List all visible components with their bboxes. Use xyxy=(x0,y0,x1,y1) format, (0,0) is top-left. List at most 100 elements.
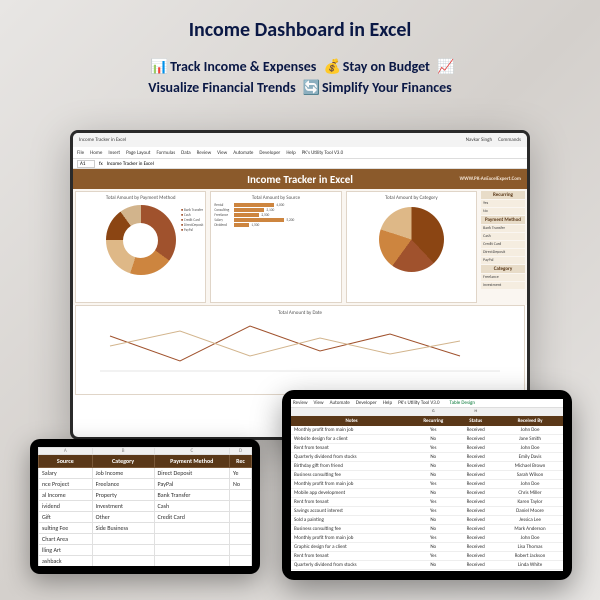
slicer-item[interactable]: Yes xyxy=(481,200,525,207)
table-row[interactable]: Website design for a clientNoReceivedJan… xyxy=(291,435,563,444)
table-row[interactable]: Rent from tenantYesReceivedJohn Doe xyxy=(291,444,563,453)
bar-row: Rental4,000 xyxy=(214,203,337,207)
tablet-screen: Review View Automate Developer Help PK's Util… xyxy=(291,399,563,571)
table-row[interactable]: Mobile app developmentNoReceivedChris Mi… xyxy=(291,489,563,498)
doc-title: Income Tracker in Excel xyxy=(79,137,126,143)
tablet-screen: ABCD SourceCategoryPayment MethodRec Sal… xyxy=(38,447,252,566)
ribbon-tab[interactable]: PK's Utility Tool V3.0 xyxy=(398,400,439,406)
tag-text: Simplify Your Finances xyxy=(322,79,452,96)
ribbon-tab[interactable]: View xyxy=(314,400,324,406)
table-row[interactable]: ividendInvestmentCash xyxy=(39,501,252,512)
slicer-item[interactable]: PayPal xyxy=(481,257,525,264)
table-header[interactable]: Status xyxy=(454,416,497,427)
page-title: Income Dashboard in Excel xyxy=(20,18,580,42)
table-row[interactable]: Monthly profit from main jobYesReceivedJ… xyxy=(291,426,563,435)
line-chart-panel: Total Amount by Date xyxy=(75,305,525,395)
hero: Income Dashboard in Excel 📊 Track Income… xyxy=(0,0,600,106)
table-row[interactable]: al IncomePropertyBank Transfer xyxy=(39,490,252,501)
slicer-header: Recurring xyxy=(481,191,525,199)
ribbon-tab[interactable]: PK's Utility Tool V3.0 xyxy=(302,150,343,156)
table-row[interactable]: Monthly profit from main jobYesReceivedJ… xyxy=(291,480,563,489)
table-row[interactable]: Quarterly dividend from stocksNoReceived… xyxy=(291,453,563,462)
name-box[interactable]: A1 xyxy=(77,160,95,168)
ribbon-tab-active[interactable]: Table Design xyxy=(446,399,479,407)
col-letter[interactable]: H xyxy=(454,408,497,416)
col-letter[interactable]: D xyxy=(230,448,252,455)
table-row[interactable]: SalaryJob IncomeDirect DepositYe xyxy=(39,468,252,479)
ribbon-tab[interactable]: Automate xyxy=(233,150,253,156)
refresh-icon: 🔄 xyxy=(303,77,315,98)
table-row[interactable]: Rent from tenantYesReceivedKaren Taylor xyxy=(291,498,563,507)
table-header[interactable]: Payment Method xyxy=(154,455,229,468)
table-row[interactable]: Sold a paintingNoReceivedJessica Lee xyxy=(291,516,563,525)
table-row[interactable]: Credit card cashbackNoReceivedKevin Harr… xyxy=(291,570,563,572)
col-letter[interactable]: B xyxy=(92,448,154,455)
slicer-item[interactable]: Investment xyxy=(481,282,525,289)
col-letter[interactable]: C xyxy=(154,448,229,455)
slicer-item[interactable]: DirectDeposit xyxy=(481,249,525,256)
tagline: 📊 Track Income & Expenses 💰 Stay on Budg… xyxy=(20,56,580,98)
table-row[interactable]: Birthday gift from friendNoReceivedMicha… xyxy=(291,462,563,471)
user-name: Navkar Singh xyxy=(466,137,492,143)
ribbon: File Home Insert Page Layout Formulas Data Rev… xyxy=(73,147,527,159)
tablet-ribbon: Review View Automate Developer Help PK's Util… xyxy=(291,399,563,408)
ribbon-tab[interactable]: Help xyxy=(286,150,295,156)
table-row[interactable]: Savings account interestYesReceivedDanie… xyxy=(291,507,563,516)
slicer-item[interactable]: Credit Card xyxy=(481,241,525,248)
col-letter[interactable] xyxy=(497,408,563,416)
panel-payment-method: Total Amount by Payment Method Bank Tran… xyxy=(75,191,206,303)
ribbon-tab[interactable]: Automate xyxy=(330,400,350,406)
table-row[interactable]: Chart Area xyxy=(39,534,252,545)
tag-text: Visualize Financial Trends xyxy=(148,79,295,96)
table-row[interactable]: sulting FeeSide Business xyxy=(39,523,252,534)
ribbon-tab[interactable]: Data xyxy=(181,150,190,156)
table-row[interactable]: Business consulting feeNoReceivedMark An… xyxy=(291,525,563,534)
panel-title: Total Amount by Payment Method xyxy=(79,195,202,201)
ribbon-tab[interactable]: Developer xyxy=(259,150,280,156)
ribbon-tab[interactable]: Help xyxy=(383,400,392,406)
table-row[interactable]: nce ProjectFreelancePayPalNo xyxy=(39,479,252,490)
table-header[interactable]: Category xyxy=(92,455,154,468)
banner-url: WWW.PK-AnExcelExpert.Com xyxy=(460,176,521,182)
chart-icon: 📊 xyxy=(151,56,163,77)
ribbon-tab[interactable]: Review xyxy=(197,150,212,156)
legend: Bank TransferCashCredit CardDirectDeposi… xyxy=(181,208,203,232)
table-row[interactable]: Business consulting feeNoReceivedSarah W… xyxy=(291,471,563,480)
table-row[interactable]: lling Art xyxy=(39,545,252,556)
slicer-item[interactable]: No xyxy=(481,208,525,215)
ribbon-tab[interactable]: Formulas xyxy=(156,150,175,156)
ribbon-tab[interactable]: Insert xyxy=(108,150,120,156)
tablet-left: ABCD SourceCategoryPayment MethodRec Sal… xyxy=(30,439,260,574)
window-titlebar: Income Tracker in Excel Navkar Singh Com… xyxy=(73,133,527,147)
ribbon-tab[interactable]: File xyxy=(77,150,84,156)
slicer-item[interactable]: Freelance xyxy=(481,274,525,281)
table-row[interactable]: GiftOtherCredit Card xyxy=(39,512,252,523)
col-letter[interactable] xyxy=(291,408,412,416)
table-header[interactable]: Rec xyxy=(230,455,252,468)
slicer-item[interactable]: Cash xyxy=(481,233,525,240)
table-row[interactable]: Rent from tenantYesReceivedRobert Jackso… xyxy=(291,552,563,561)
commands-button[interactable]: Commands xyxy=(498,137,521,143)
table-row[interactable]: Monthly profit from main jobYesReceivedJ… xyxy=(291,534,563,543)
bar-row: Consulting3,100 xyxy=(214,208,337,212)
trend-icon: 📈 xyxy=(437,56,449,77)
formula-text[interactable]: Income Tracker in Excel xyxy=(107,161,154,167)
table-row[interactable]: ashback xyxy=(39,556,252,567)
ribbon-tab[interactable]: Home xyxy=(90,150,102,156)
table-header[interactable]: Source xyxy=(39,455,93,468)
ribbon-tab[interactable]: Page Layout xyxy=(126,150,150,156)
ribbon-tab[interactable]: Developer xyxy=(356,400,377,406)
table-header[interactable]: Notes xyxy=(291,416,412,427)
slicer-item[interactable]: Bank Transfer xyxy=(481,225,525,232)
fx-icon: fx xyxy=(99,161,103,167)
table-row[interactable]: Graphic design for a clientNoReceivedLis… xyxy=(291,543,563,552)
formula-bar[interactable]: A1 fx Income Tracker in Excel xyxy=(73,159,527,169)
source-table: ABCD SourceCategoryPayment MethodRec Sal… xyxy=(38,447,252,566)
table-header[interactable]: Received By xyxy=(497,416,563,427)
table-row[interactable]: Quarterly dividend from stocksNoReceived… xyxy=(291,561,563,570)
ribbon-tab[interactable]: Review xyxy=(293,400,308,406)
table-header[interactable]: Recurring xyxy=(412,416,454,427)
ribbon-tab[interactable]: View xyxy=(217,150,227,156)
col-letter[interactable]: A xyxy=(39,448,93,455)
col-letter[interactable]: G xyxy=(412,408,454,416)
